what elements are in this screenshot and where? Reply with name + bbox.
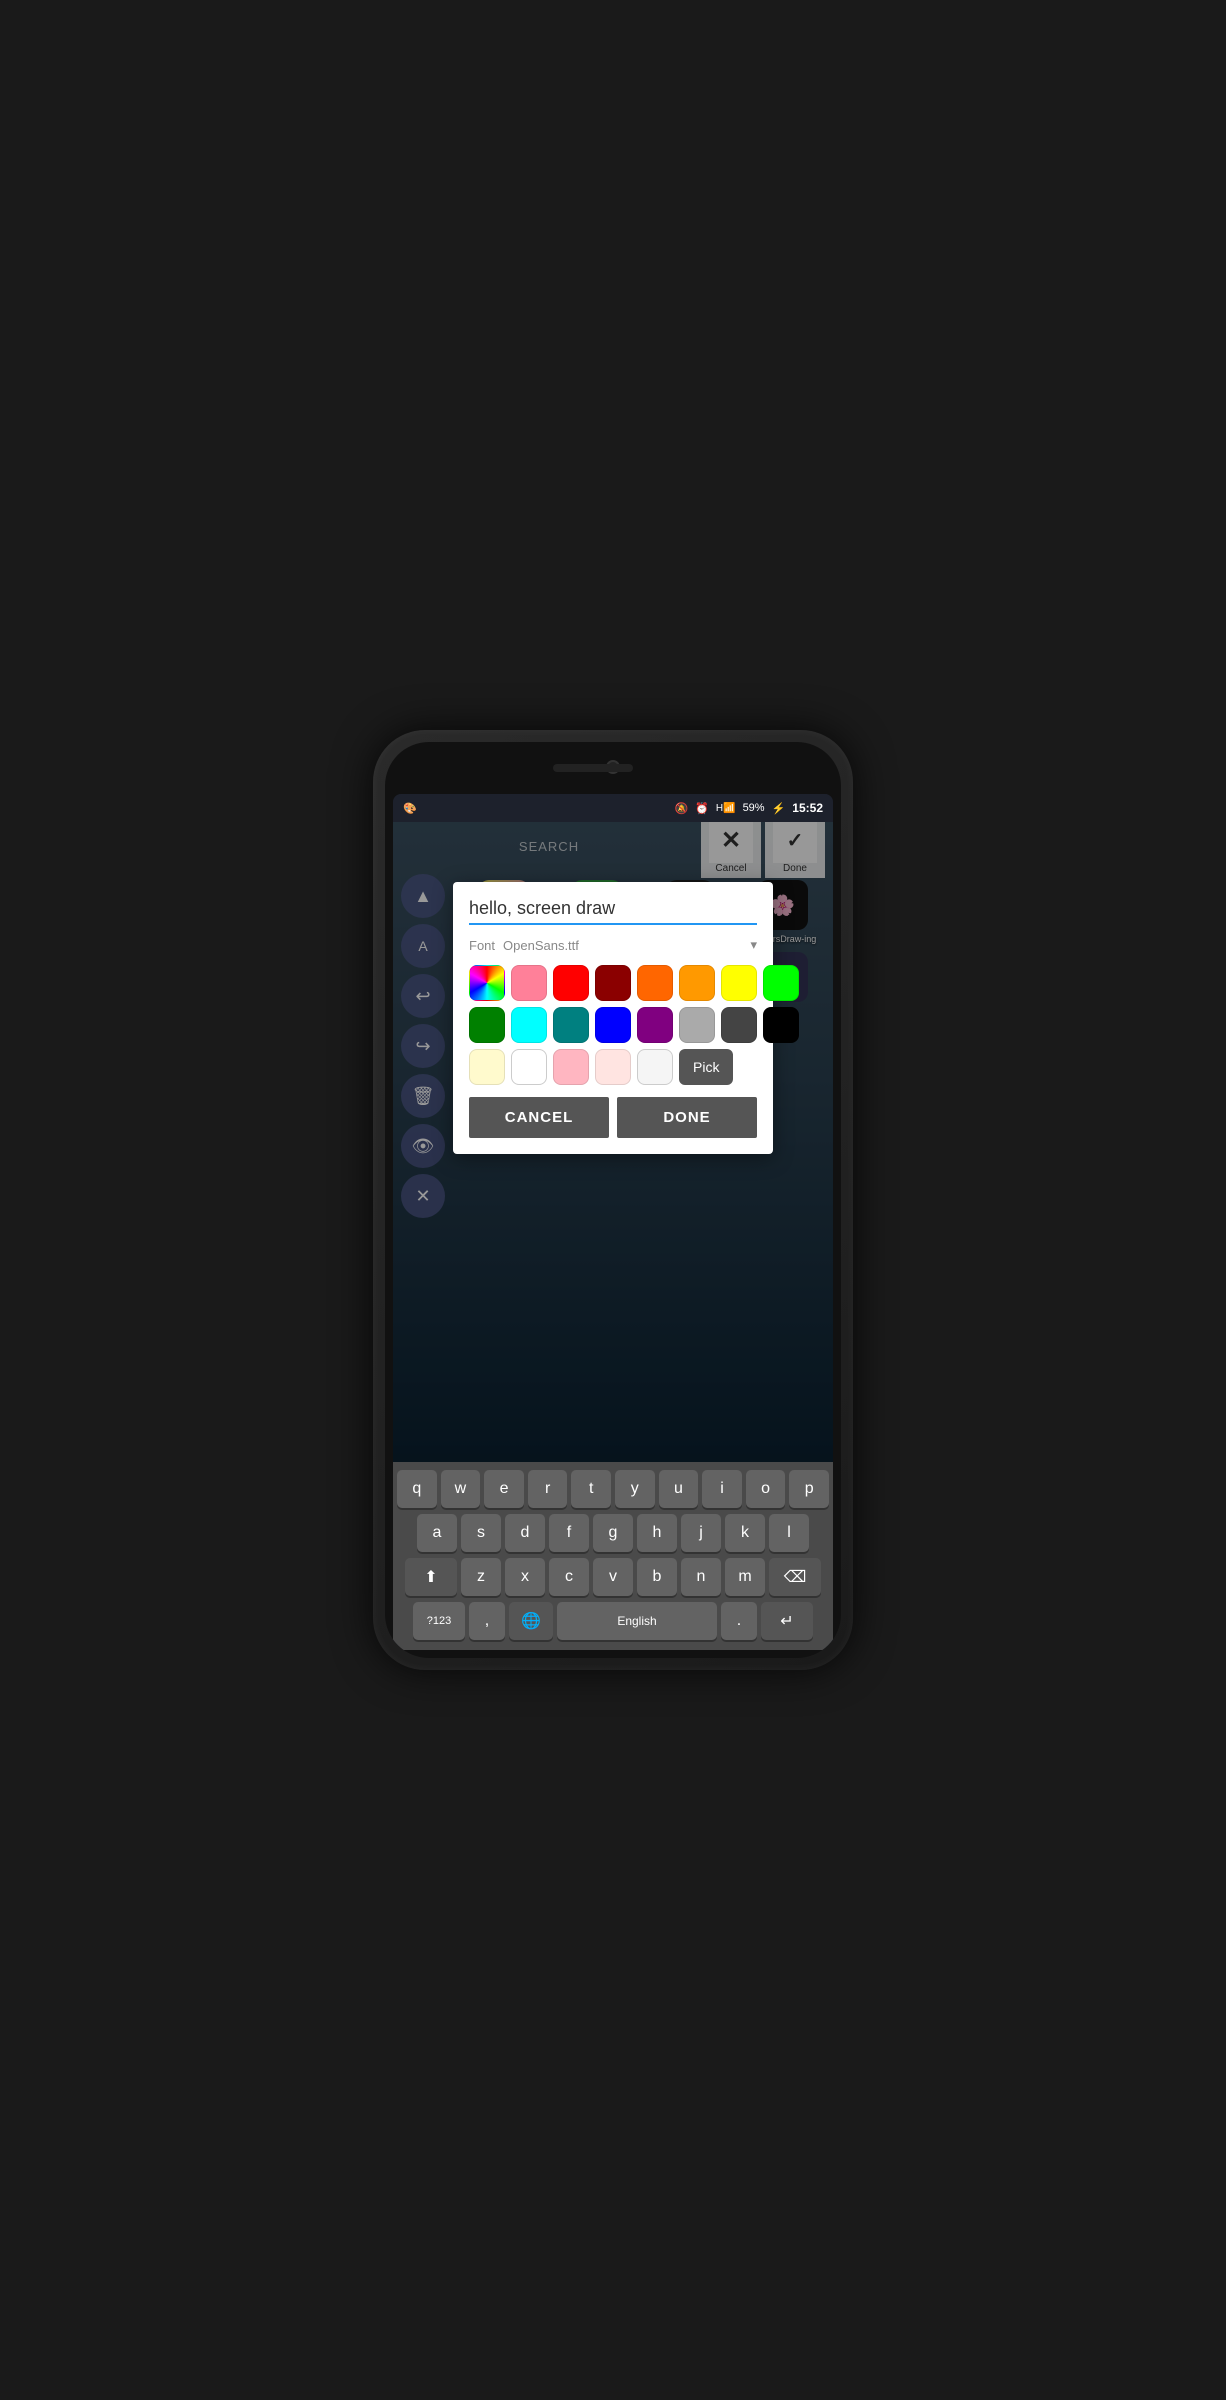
color-swatch-yellow[interactable] bbox=[721, 965, 757, 1001]
color-swatch-amber[interactable] bbox=[679, 965, 715, 1001]
color-swatch-orange[interactable] bbox=[637, 965, 673, 1001]
color-swatch-purple[interactable] bbox=[637, 1007, 673, 1043]
battery-icon: ⚡ bbox=[772, 802, 786, 815]
color-swatch-black[interactable] bbox=[763, 1007, 799, 1043]
key-d[interactable]: d bbox=[505, 1514, 545, 1552]
color-swatch-green[interactable] bbox=[469, 1007, 505, 1043]
keyboard-row-1: q w e r t y u i o p bbox=[397, 1470, 829, 1508]
key-y[interactable]: y bbox=[615, 1470, 655, 1508]
color-swatch-mistyrose[interactable] bbox=[595, 1049, 631, 1085]
color-swatch-lightpink[interactable] bbox=[553, 1049, 589, 1085]
key-g[interactable]: g bbox=[593, 1514, 633, 1552]
status-bar: 🎨 🔕 ⏰ H📶 59% ⚡ 15:52 bbox=[393, 794, 833, 822]
dropdown-icon: ▾ bbox=[750, 937, 757, 953]
text-style-dialog: Font OpenSans.ttf ▾ bbox=[453, 882, 773, 1154]
color-swatch-red[interactable] bbox=[553, 965, 589, 1001]
font-select[interactable]: OpenSans.ttf ▾ bbox=[503, 937, 757, 953]
globe-key[interactable]: 🌐 bbox=[509, 1602, 553, 1640]
text-input[interactable] bbox=[469, 898, 757, 925]
key-l[interactable]: l bbox=[769, 1514, 809, 1552]
done-button[interactable]: DONE bbox=[617, 1097, 757, 1138]
key-c[interactable]: c bbox=[549, 1558, 589, 1596]
color-swatch-lime[interactable] bbox=[763, 965, 799, 1001]
key-z[interactable]: z bbox=[461, 1558, 501, 1596]
shift-key[interactable]: ⬆ bbox=[405, 1558, 457, 1596]
screen: 🎨 🔕 ⏰ H📶 59% ⚡ 15:52 SEARCH ✕ Cancel bbox=[393, 794, 833, 1650]
space-key[interactable]: English bbox=[557, 1602, 717, 1640]
pick-color-button[interactable]: Pick bbox=[679, 1049, 733, 1085]
key-a[interactable]: a bbox=[417, 1514, 457, 1552]
color-swatch-pink[interactable] bbox=[511, 965, 547, 1001]
key-p[interactable]: p bbox=[789, 1470, 829, 1508]
modal-overlay: Font OpenSans.ttf ▾ bbox=[393, 822, 833, 1462]
color-row-3: Pick bbox=[469, 1049, 757, 1085]
font-value: OpenSans.ttf bbox=[503, 938, 579, 953]
color-grid: Pick bbox=[469, 965, 757, 1085]
key-v[interactable]: v bbox=[593, 1558, 633, 1596]
special-key[interactable]: ?123 bbox=[413, 1602, 465, 1640]
key-t[interactable]: t bbox=[571, 1470, 611, 1508]
color-swatch-blue[interactable] bbox=[595, 1007, 631, 1043]
mute-icon: 🔕 bbox=[674, 802, 688, 815]
color-swatch-lemon[interactable] bbox=[469, 1049, 505, 1085]
font-label: Font bbox=[469, 938, 495, 953]
color-swatch-rainbow[interactable] bbox=[469, 965, 505, 1001]
key-b[interactable]: b bbox=[637, 1558, 677, 1596]
color-swatch-cyan[interactable] bbox=[511, 1007, 547, 1043]
clock: 15:52 bbox=[792, 801, 823, 815]
app-background: SEARCH ✕ Cancel ✓ Done ▲ A ↩ ↪ bbox=[393, 822, 833, 1462]
enter-key[interactable]: ↵ bbox=[761, 1602, 813, 1640]
keyboard-row-4: ?123 , 🌐 English . ↵ bbox=[397, 1602, 829, 1640]
color-swatch-darkred[interactable] bbox=[595, 965, 631, 1001]
keyboard-row-2: a s d f g h j k l bbox=[397, 1514, 829, 1552]
phone-device: 🎨 🔕 ⏰ H📶 59% ⚡ 15:52 SEARCH ✕ Cancel bbox=[373, 730, 853, 1670]
comma-key[interactable]: , bbox=[469, 1602, 505, 1640]
font-row: Font OpenSans.ttf ▾ bbox=[469, 937, 757, 953]
key-w[interactable]: w bbox=[441, 1470, 481, 1508]
key-i[interactable]: i bbox=[702, 1470, 742, 1508]
key-k[interactable]: k bbox=[725, 1514, 765, 1552]
color-swatch-whitesmoke[interactable] bbox=[637, 1049, 673, 1085]
modal-actions: CANCEL DONE bbox=[469, 1097, 757, 1138]
app-icon-indicator: 🎨 bbox=[403, 802, 417, 815]
key-m[interactable]: m bbox=[725, 1558, 765, 1596]
key-u[interactable]: u bbox=[659, 1470, 699, 1508]
key-q[interactable]: q bbox=[397, 1470, 437, 1508]
key-h[interactable]: h bbox=[637, 1514, 677, 1552]
key-o[interactable]: o bbox=[746, 1470, 786, 1508]
key-f[interactable]: f bbox=[549, 1514, 589, 1552]
backspace-key[interactable]: ⌫ bbox=[769, 1558, 821, 1596]
key-n[interactable]: n bbox=[681, 1558, 721, 1596]
key-s[interactable]: s bbox=[461, 1514, 501, 1552]
battery-text: 59% bbox=[743, 802, 765, 814]
alarm-icon: ⏰ bbox=[695, 802, 709, 815]
key-j[interactable]: j bbox=[681, 1514, 721, 1552]
color-swatch-teal[interactable] bbox=[553, 1007, 589, 1043]
color-row-2 bbox=[469, 1007, 757, 1043]
color-swatch-lightgray[interactable] bbox=[679, 1007, 715, 1043]
key-e[interactable]: e bbox=[484, 1470, 524, 1508]
keyboard: q w e r t y u i o p a s d f g bbox=[393, 1462, 833, 1650]
key-r[interactable]: r bbox=[528, 1470, 568, 1508]
color-swatch-white[interactable] bbox=[511, 1049, 547, 1085]
color-swatch-darkgray[interactable] bbox=[721, 1007, 757, 1043]
speaker bbox=[553, 764, 633, 772]
key-x[interactable]: x bbox=[505, 1558, 545, 1596]
keyboard-row-3: ⬆ z x c v b n m ⌫ bbox=[397, 1558, 829, 1596]
cancel-button[interactable]: CANCEL bbox=[469, 1097, 609, 1138]
network-icon: H📶 bbox=[716, 803, 736, 814]
color-row-1 bbox=[469, 965, 757, 1001]
period-key[interactable]: . bbox=[721, 1602, 757, 1640]
